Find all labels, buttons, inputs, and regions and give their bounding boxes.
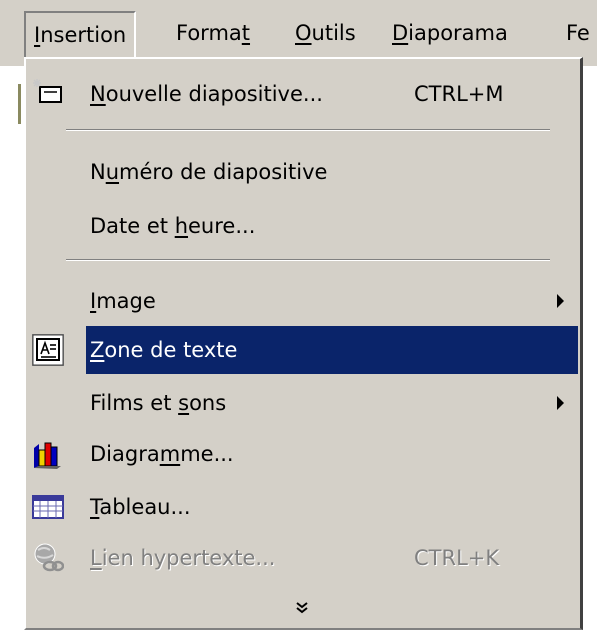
menu-label: iaporama <box>408 21 508 45</box>
menu-format[interactable]: Format <box>176 11 250 55</box>
submenu-arrow-icon <box>557 396 564 410</box>
menu-item-label: Image <box>90 289 156 313</box>
menu-label: Fe <box>566 21 590 45</box>
menu-separator <box>66 129 550 131</box>
app-background-fragment <box>18 84 21 124</box>
menu-item-label: Nouvelle diapositive... <box>90 82 323 106</box>
menu-item-image[interactable]: Image <box>26 277 578 325</box>
menu-item-label: Films et sons <box>90 391 227 415</box>
menu-insertion[interactable]: Insertion <box>24 11 137 57</box>
text-box-icon <box>31 333 65 367</box>
menu-label: nsertion <box>40 23 127 47</box>
menu-item-label: Numéro de diapositive <box>90 160 328 184</box>
menu-item-label: Diagramme... <box>90 442 234 466</box>
menu-item-date-et-heure[interactable]: Date et heure... <box>26 202 578 250</box>
menu-outils[interactable]: Outils <box>295 11 356 55</box>
menu-item-shortcut: CTRL+K <box>414 546 500 570</box>
menu-separator <box>66 259 550 261</box>
menu-label-mnemonic: D <box>392 21 409 45</box>
menu-item-shortcut: CTRL+M <box>414 82 504 106</box>
menu-item-tableau[interactable]: Tableau... <box>26 483 578 531</box>
menu-label-mnemonic: O <box>295 21 312 45</box>
menu-label: utils <box>311 21 356 45</box>
menu-item-label: Date et heure... <box>90 214 256 238</box>
menu-fenetre[interactable]: Fe <box>566 11 590 55</box>
table-icon <box>32 491 64 523</box>
menu-item-label: Zone de texte <box>90 338 238 362</box>
double-chevron-down-icon <box>296 602 308 614</box>
hyperlink-icon <box>32 542 65 574</box>
menu-label: Forma <box>176 21 242 45</box>
insertion-dropdown-menu: Nouvelle diapositive... CTRL+M Numéro de… <box>24 57 583 630</box>
menu-item-lien-hypertexte: Lien hypertexte... CTRL+K <box>26 534 578 582</box>
chart-icon <box>32 438 64 470</box>
menu-item-nouvelle-diapositive[interactable]: Nouvelle diapositive... CTRL+M <box>26 70 578 118</box>
menu-label-mnemonic: t <box>241 21 251 45</box>
menu-item-label: Tableau... <box>90 495 191 519</box>
menu-item-numero-de-diapositive[interactable]: Numéro de diapositive <box>26 148 578 196</box>
menu-item-diagramme[interactable]: Diagramme... <box>26 430 578 478</box>
menu-item-label: Lien hypertexte... <box>90 546 276 570</box>
menu-diaporama[interactable]: Diaporama <box>392 11 508 55</box>
expand-menu-button[interactable] <box>26 589 578 629</box>
new-slide-icon <box>32 78 64 110</box>
menu-item-zone-de-texte[interactable]: Zone de texte <box>26 326 578 374</box>
app-background <box>0 66 22 630</box>
submenu-arrow-icon <box>557 294 564 308</box>
menu-item-films-et-sons[interactable]: Films et sons <box>26 379 578 427</box>
